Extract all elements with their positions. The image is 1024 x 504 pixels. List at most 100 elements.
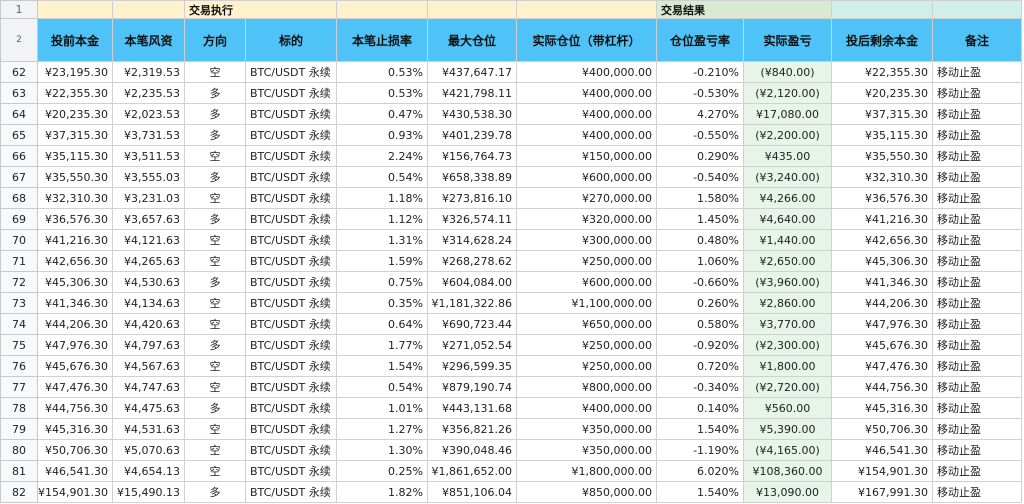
cell-direction[interactable]: 空 <box>183 439 246 461</box>
cell-stop-rate[interactable]: 1.18% <box>335 187 428 209</box>
cell-actual-pnl[interactable]: (¥2,300.00) <box>742 334 832 356</box>
cell-actual-pnl[interactable]: (¥3,240.00) <box>742 166 832 188</box>
cell-asset[interactable]: BTC/USDT 永续 <box>244 145 337 167</box>
cell-note[interactable]: 移动止盈 <box>931 166 1022 188</box>
cell-post-capital[interactable]: ¥154,901.30 <box>830 460 933 482</box>
cell-direction[interactable]: 多 <box>183 481 246 503</box>
cell-asset[interactable]: BTC/USDT 永续 <box>244 397 337 419</box>
cell-pnl-rate[interactable]: 0.260% <box>655 292 744 314</box>
cell-actual-position[interactable]: ¥400,000.00 <box>515 82 657 104</box>
cell-post-capital[interactable]: ¥41,346.30 <box>830 271 933 293</box>
cell-note[interactable]: 移动止盈 <box>931 313 1022 335</box>
cell-max-position[interactable]: ¥604,084.00 <box>426 271 517 293</box>
cell-asset[interactable]: BTC/USDT 永续 <box>244 376 337 398</box>
cell-stop-rate[interactable]: 1.82% <box>335 481 428 503</box>
cell-actual-pnl[interactable]: (¥4,165.00) <box>742 439 832 461</box>
cell-pnl-rate[interactable]: -0.660% <box>655 271 744 293</box>
row-number[interactable]: 68 <box>0 187 38 209</box>
cell-actual-pnl[interactable]: ¥2,860.00 <box>742 292 832 314</box>
cell-actual-position[interactable]: ¥850,000.00 <box>515 481 657 503</box>
cell-stop-rate[interactable]: 1.54% <box>335 355 428 377</box>
row-number[interactable]: 70 <box>0 229 38 251</box>
cell-note[interactable]: 移动止盈 <box>931 250 1022 272</box>
cell-actual-position[interactable]: ¥350,000.00 <box>515 439 657 461</box>
cell-pnl-rate[interactable]: -0.340% <box>655 376 744 398</box>
row-number[interactable]: 81 <box>0 460 38 482</box>
cell-note[interactable]: 移动止盈 <box>931 82 1022 104</box>
cell-pre-capital[interactable]: ¥47,476.30 <box>37 376 113 398</box>
cell-pnl-rate[interactable]: 1.580% <box>655 187 744 209</box>
header-cell[interactable] <box>830 0 933 19</box>
cell-actual-position[interactable]: ¥400,000.00 <box>515 124 657 146</box>
cell-actual-position[interactable]: ¥270,000.00 <box>515 187 657 209</box>
cell-post-capital[interactable]: ¥44,756.30 <box>830 376 933 398</box>
cell-note[interactable]: 移动止盈 <box>931 145 1022 167</box>
row-number[interactable]: 2 <box>0 18 38 62</box>
cell-risk[interactable]: ¥4,265.63 <box>111 250 185 272</box>
cell-pnl-rate[interactable]: 1.060% <box>655 250 744 272</box>
cell-post-capital[interactable]: ¥22,355.30 <box>830 61 933 83</box>
cell-actual-pnl[interactable]: ¥2,650.00 <box>742 250 832 272</box>
cell-actual-position[interactable]: ¥300,000.00 <box>515 229 657 251</box>
cell-risk[interactable]: ¥3,231.03 <box>111 187 185 209</box>
cell-actual-pnl[interactable]: ¥1,800.00 <box>742 355 832 377</box>
cell-max-position[interactable]: ¥271,052.54 <box>426 334 517 356</box>
cell-actual-position[interactable]: ¥650,000.00 <box>515 313 657 335</box>
cell-pre-capital[interactable]: ¥46,541.30 <box>37 460 113 482</box>
cell-stop-rate[interactable]: 1.30% <box>335 439 428 461</box>
cell-max-position[interactable]: ¥356,821.26 <box>426 418 517 440</box>
cell-actual-position[interactable]: ¥250,000.00 <box>515 334 657 356</box>
column-header-risk[interactable]: 本笔风资 <box>111 18 185 62</box>
cell-pre-capital[interactable]: ¥41,346.30 <box>37 292 113 314</box>
cell-note[interactable]: 移动止盈 <box>931 439 1022 461</box>
cell-stop-rate[interactable]: 0.47% <box>335 103 428 125</box>
cell-post-capital[interactable]: ¥42,656.30 <box>830 229 933 251</box>
cell-asset[interactable]: BTC/USDT 永续 <box>244 313 337 335</box>
cell-note[interactable]: 移动止盈 <box>931 376 1022 398</box>
cell-risk[interactable]: ¥4,121.63 <box>111 229 185 251</box>
cell-asset[interactable]: BTC/USDT 永续 <box>244 187 337 209</box>
cell-pnl-rate[interactable]: -0.530% <box>655 82 744 104</box>
cell-asset[interactable]: BTC/USDT 永续 <box>244 124 337 146</box>
cell-risk[interactable]: ¥3,731.53 <box>111 124 185 146</box>
column-header-actual-pnl[interactable]: 实际盈亏 <box>742 18 832 62</box>
cell-note[interactable]: 移动止盈 <box>931 103 1022 125</box>
cell-note[interactable]: 移动止盈 <box>931 334 1022 356</box>
cell-stop-rate[interactable]: 1.59% <box>335 250 428 272</box>
cell-max-position[interactable]: ¥273,816.10 <box>426 187 517 209</box>
cell-note[interactable]: 移动止盈 <box>931 208 1022 230</box>
cell-pre-capital[interactable]: ¥35,550.30 <box>37 166 113 188</box>
cell-stop-rate[interactable]: 0.53% <box>335 61 428 83</box>
cell-pnl-rate[interactable]: 6.020% <box>655 460 744 482</box>
column-header-pre-capital[interactable]: 投前本金 <box>37 18 113 62</box>
cell-asset[interactable]: BTC/USDT 永续 <box>244 103 337 125</box>
row-number[interactable]: 77 <box>0 376 38 398</box>
cell-stop-rate[interactable]: 0.64% <box>335 313 428 335</box>
cell-direction[interactable]: 多 <box>183 334 246 356</box>
cell-actual-pnl[interactable]: ¥13,090.00 <box>742 481 832 503</box>
cell-pre-capital[interactable]: ¥35,115.30 <box>37 145 113 167</box>
cell-actual-pnl[interactable]: ¥435.00 <box>742 145 832 167</box>
column-header-post-capital[interactable]: 投后剩余本金 <box>830 18 933 62</box>
cell-note[interactable]: 移动止盈 <box>931 187 1022 209</box>
cell-direction[interactable]: 空 <box>183 250 246 272</box>
cell-post-capital[interactable]: ¥20,235.30 <box>830 82 933 104</box>
cell-risk[interactable]: ¥2,319.53 <box>111 61 185 83</box>
cell-max-position[interactable]: ¥443,131.68 <box>426 397 517 419</box>
column-header-asset[interactable]: 标的 <box>244 18 337 62</box>
cell-asset[interactable]: BTC/USDT 永续 <box>244 460 337 482</box>
cell-pre-capital[interactable]: ¥23,195.30 <box>37 61 113 83</box>
cell-stop-rate[interactable]: 1.27% <box>335 418 428 440</box>
cell-actual-pnl[interactable]: ¥4,640.00 <box>742 208 832 230</box>
cell-risk[interactable]: ¥4,567.63 <box>111 355 185 377</box>
cell-post-capital[interactable]: ¥46,541.30 <box>830 439 933 461</box>
cell-direction[interactable]: 多 <box>183 166 246 188</box>
cell-risk[interactable]: ¥4,475.63 <box>111 397 185 419</box>
cell-risk[interactable]: ¥5,070.63 <box>111 439 185 461</box>
cell-asset[interactable]: BTC/USDT 永续 <box>244 292 337 314</box>
row-number[interactable]: 62 <box>0 61 38 83</box>
cell-max-position[interactable]: ¥430,538.30 <box>426 103 517 125</box>
cell-pnl-rate[interactable]: 0.720% <box>655 355 744 377</box>
cell-pnl-rate[interactable]: 1.540% <box>655 481 744 503</box>
cell-risk[interactable]: ¥4,530.63 <box>111 271 185 293</box>
